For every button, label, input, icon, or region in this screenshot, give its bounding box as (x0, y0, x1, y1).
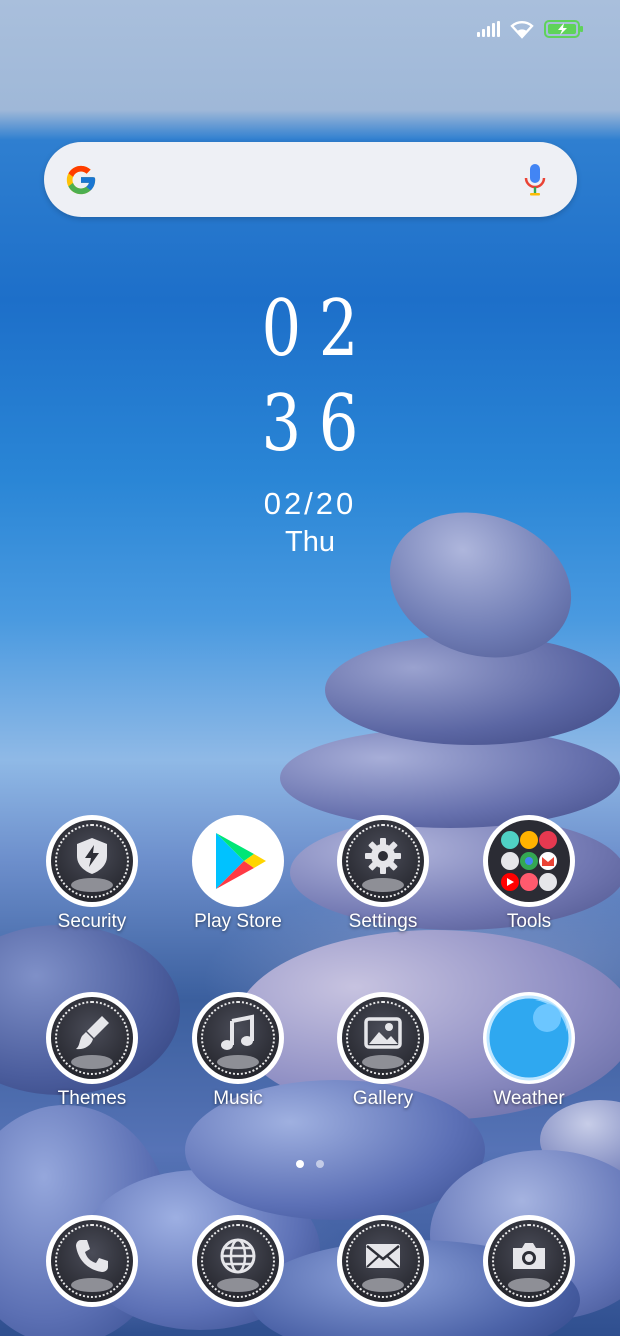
microphone-icon[interactable] (523, 162, 547, 198)
app-label: Settings (348, 911, 418, 932)
app-label: Tools (506, 911, 552, 932)
home-screen: 02 36 02/20 Thu Security Play Store Sett… (0, 0, 620, 1336)
app-weather[interactable]: Weather (459, 992, 599, 1110)
image-icon (364, 1017, 402, 1049)
page-indicator[interactable] (0, 1160, 620, 1168)
weather-icon (486, 995, 572, 1081)
app-label: Play Store (194, 911, 282, 932)
app-play-store[interactable]: Play Store (168, 815, 308, 933)
mail-icon (366, 1244, 400, 1268)
phone-icon (76, 1240, 108, 1272)
dock-browser[interactable] (168, 1215, 308, 1307)
tools-folder-icon (501, 831, 557, 891)
app-tools-folder[interactable]: Tools (459, 815, 599, 933)
clock-date: 02/20 (263, 486, 357, 521)
cell-signal-icon (477, 21, 500, 37)
status-bar (477, 14, 584, 44)
camera-icon (513, 1243, 545, 1269)
wifi-icon (510, 21, 534, 39)
search-bar[interactable] (44, 142, 577, 217)
app-themes[interactable]: Themes (22, 992, 162, 1110)
app-label: Weather (493, 1088, 565, 1109)
search-input[interactable] (114, 160, 498, 202)
dock-phone[interactable] (22, 1215, 162, 1307)
dock-camera[interactable] (459, 1215, 599, 1307)
gear-icon (365, 838, 401, 874)
app-security[interactable]: Security (22, 815, 162, 933)
app-music[interactable]: Music (168, 992, 308, 1110)
clock-day: Thu (285, 526, 335, 558)
page-dot-1[interactable] (296, 1160, 304, 1168)
clock-hour: 02 (261, 284, 377, 374)
battery-charging-icon (544, 20, 583, 38)
music-note-icon (221, 1014, 254, 1050)
globe-icon (220, 1238, 256, 1274)
app-label: Music (213, 1088, 263, 1109)
dock-messages[interactable] (313, 1215, 453, 1307)
app-label: Gallery (352, 1088, 414, 1109)
clock-minute: 36 (261, 379, 377, 469)
page-dot-2[interactable] (316, 1160, 324, 1168)
app-settings[interactable]: Settings (313, 815, 453, 933)
paintbrush-icon (76, 1016, 109, 1050)
google-logo (66, 165, 96, 195)
play-store-icon (216, 833, 266, 889)
app-label: Security (57, 911, 127, 932)
app-label: Themes (57, 1088, 127, 1109)
shield-bolt-icon (77, 838, 107, 874)
app-gallery[interactable]: Gallery (313, 992, 453, 1110)
